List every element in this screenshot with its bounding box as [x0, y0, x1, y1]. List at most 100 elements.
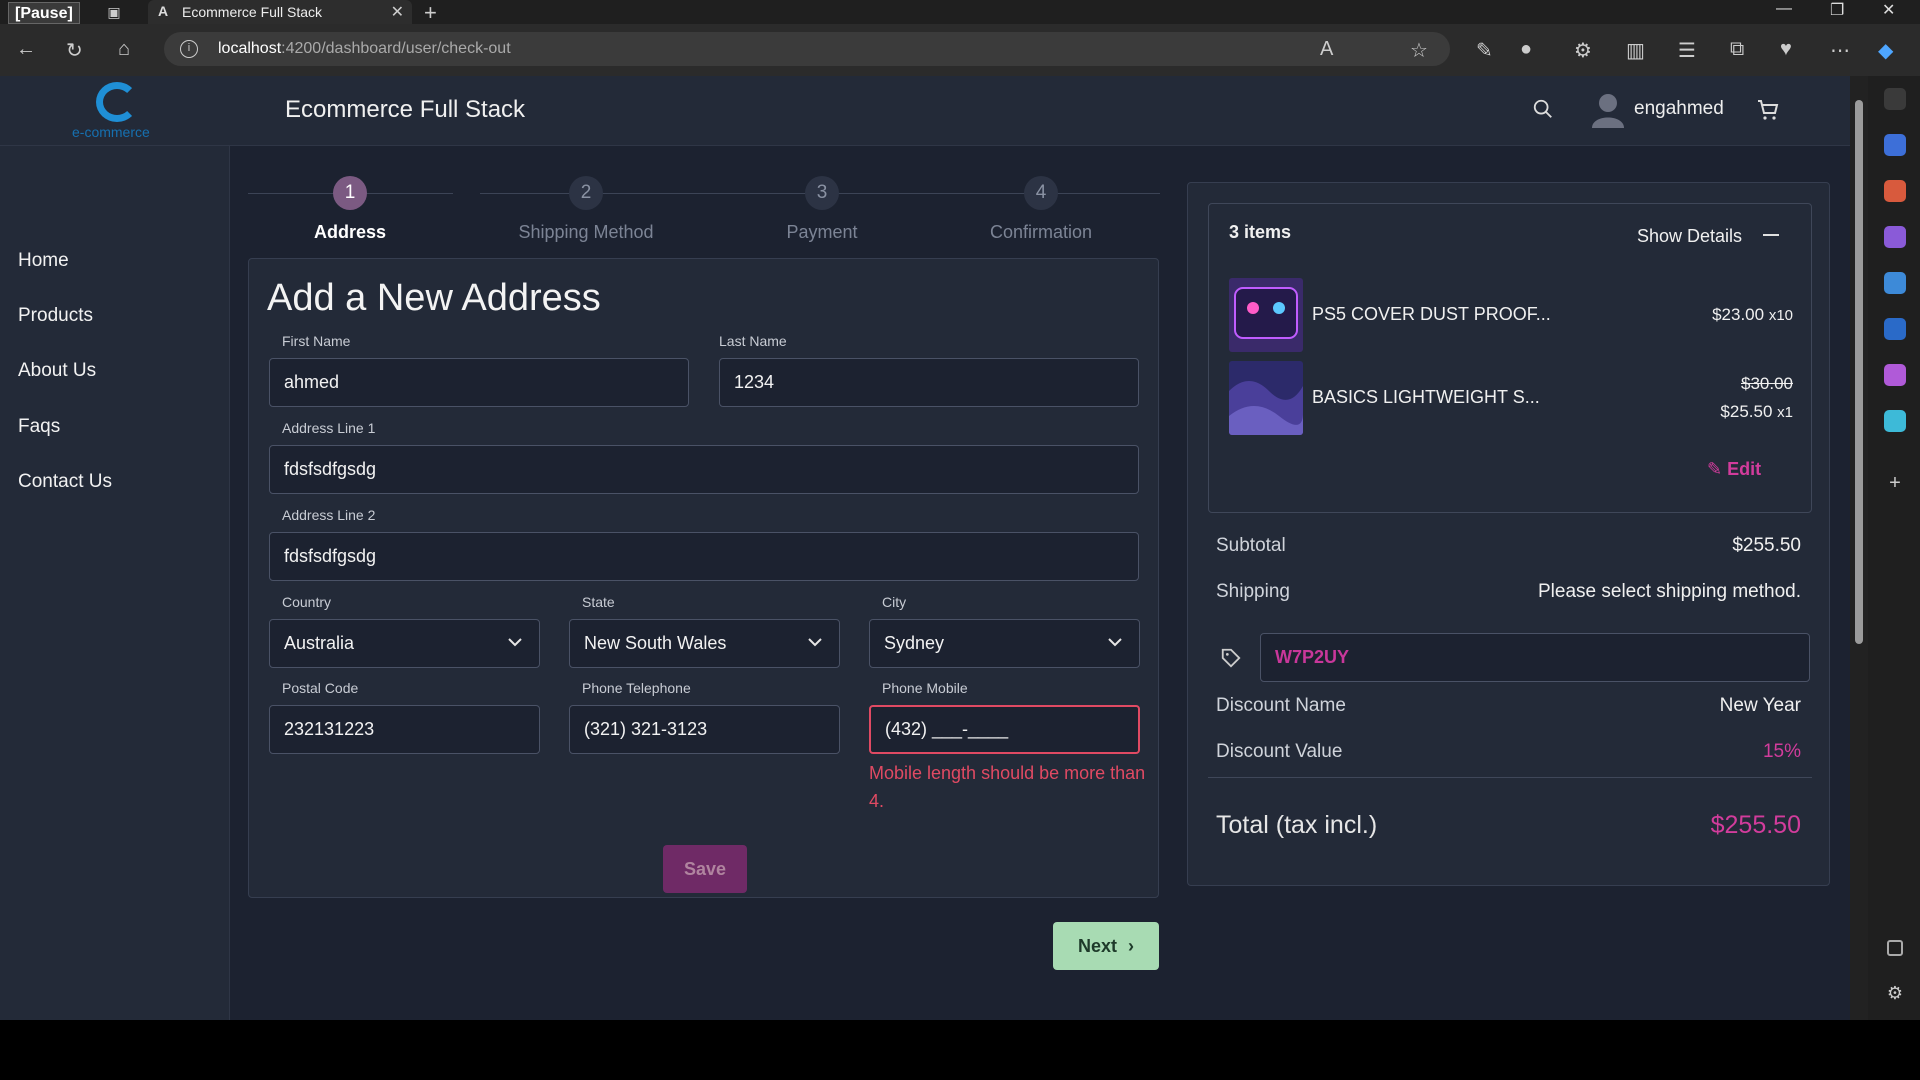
- sidebar-office-icon[interactable]: [1884, 272, 1906, 294]
- edit-label: Edit: [1727, 459, 1762, 479]
- sidebar-games-icon[interactable]: [1884, 226, 1906, 248]
- nav-item-products[interactable]: Products: [18, 305, 93, 327]
- postal-code-input[interactable]: 232131223: [269, 705, 540, 754]
- step-4-label[interactable]: Confirmation: [941, 222, 1141, 243]
- page-scrollbar[interactable]: [1850, 76, 1868, 1020]
- phone-mobile-input[interactable]: (432) ___-____: [869, 705, 1140, 754]
- scrollbar-thumb[interactable]: [1855, 100, 1863, 644]
- sidebar-tools-icon[interactable]: [1884, 180, 1906, 202]
- url-bar[interactable]: i localhost:4200/dashboard/user/check-ou…: [164, 32, 1450, 66]
- user-avatar-icon[interactable]: [1592, 92, 1624, 128]
- pause-badge[interactable]: [Pause]: [8, 2, 80, 24]
- browser-tab[interactable]: A Ecommerce Full Stack ✕: [148, 0, 412, 24]
- sidebar-hide-icon[interactable]: [1887, 940, 1903, 956]
- step-3-label[interactable]: Payment: [722, 222, 922, 243]
- total-value: $255.50: [1710, 811, 1801, 839]
- read-aloud-icon[interactable]: A: [1320, 38, 1333, 61]
- new-tab-icon[interactable]: +: [424, 0, 437, 26]
- favorite-star-icon[interactable]: ☆: [1410, 38, 1428, 63]
- search-icon[interactable]: [1532, 98, 1554, 120]
- site-info-icon[interactable]: i: [180, 40, 198, 58]
- app-header: e-commerce Ecommerce Full Stack engahmed: [0, 76, 1850, 146]
- favorites-icon[interactable]: ☰: [1678, 38, 1696, 63]
- state-value: New South Wales: [584, 633, 727, 653]
- show-details-toggle[interactable]: Show Details: [1637, 226, 1742, 247]
- cart-icon[interactable]: [1756, 98, 1780, 122]
- nav-item-about-us[interactable]: About Us: [18, 360, 96, 382]
- save-button[interactable]: Save: [663, 845, 747, 893]
- phone-telephone-input[interactable]: (321) 321-3123: [569, 705, 840, 754]
- extension-icon[interactable]: ✎: [1476, 38, 1493, 63]
- split-screen-icon[interactable]: ▥: [1626, 38, 1645, 63]
- logo[interactable]: e-commerce: [70, 82, 170, 142]
- collections-icon[interactable]: ⧉: [1730, 38, 1744, 61]
- step-2-label[interactable]: Shipping Method: [486, 222, 686, 243]
- step-1-label[interactable]: Address: [250, 222, 450, 243]
- phone-mobile-label: Phone Mobile: [882, 680, 968, 696]
- close-window-icon[interactable]: ✕: [1882, 0, 1895, 20]
- next-button[interactable]: Next ›: [1053, 922, 1159, 970]
- angular-favicon-icon: A: [158, 3, 169, 19]
- home-icon[interactable]: ⌂: [118, 38, 130, 61]
- step-1-circle[interactable]: 1: [333, 176, 367, 210]
- address-line-1-input[interactable]: fdsfsdfgsdg: [269, 445, 1139, 494]
- product-thumbnail[interactable]: [1229, 278, 1303, 352]
- browser-essentials-icon[interactable]: ♥: [1780, 38, 1792, 61]
- last-name-input[interactable]: 1234: [719, 358, 1139, 407]
- product-thumbnail[interactable]: [1229, 361, 1303, 435]
- browser-tab-bar: [Pause] ▣ A Ecommerce Full Stack ✕ + — ❐…: [0, 0, 1920, 26]
- more-menu-icon[interactable]: ⋯: [1830, 38, 1850, 63]
- app-root: e-commerce Ecommerce Full Stack engahmed…: [0, 76, 1850, 1020]
- nav-item-contact-us[interactable]: Contact Us: [18, 471, 112, 493]
- copilot-icon[interactable]: ◆: [1878, 38, 1893, 63]
- sidebar-search-icon[interactable]: [1884, 88, 1906, 110]
- step-2-circle[interactable]: 2: [569, 176, 603, 210]
- cart-items-box: 3 items Show Details PS5 COVER DUST PROO…: [1208, 203, 1812, 513]
- browser-toolbar: ← ↻ ⌂ i localhost:4200/dashboard/user/ch…: [0, 24, 1920, 76]
- url-text: localhost:4200/dashboard/user/check-out: [218, 40, 511, 57]
- nav-item-faqs[interactable]: Faqs: [18, 416, 60, 438]
- username[interactable]: engahmed: [1634, 98, 1724, 120]
- chevron-down-icon: [1108, 638, 1122, 647]
- pencil-icon: ✎: [1707, 459, 1723, 479]
- sidebar-designer-icon[interactable]: [1884, 364, 1906, 386]
- extension-orange-icon[interactable]: ●: [1520, 38, 1532, 61]
- items-count: 3 items: [1229, 222, 1292, 242]
- chevron-down-icon: [808, 638, 822, 647]
- sidebar-add-icon[interactable]: +: [1884, 472, 1906, 494]
- state-label: State: [582, 594, 615, 610]
- restore-icon[interactable]: ❐: [1830, 0, 1844, 20]
- sidebar-settings-gear-icon[interactable]: ⚙: [1884, 982, 1906, 1004]
- discount-name-value: New Year: [1719, 695, 1801, 716]
- order-summary: 3 items Show Details PS5 COVER DUST PROO…: [1187, 182, 1830, 886]
- city-value: Sydney: [884, 633, 945, 653]
- minimize-icon[interactable]: —: [1776, 0, 1792, 18]
- reload-icon[interactable]: ↻: [66, 38, 83, 63]
- last-name-label: Last Name: [719, 333, 787, 349]
- city-select[interactable]: Sydney: [869, 619, 1140, 668]
- app-title: Ecommerce Full Stack: [285, 96, 526, 123]
- state-select[interactable]: New South Wales: [569, 619, 840, 668]
- step-3-circle[interactable]: 3: [805, 176, 839, 210]
- back-icon[interactable]: ←: [16, 38, 36, 61]
- country-label: Country: [282, 594, 332, 610]
- tab-actions-icon[interactable]: ▣: [104, 2, 124, 22]
- shipping-label: Shipping: [1216, 581, 1290, 602]
- sidebar-outlook-icon[interactable]: [1884, 318, 1906, 340]
- address-line-2-input[interactable]: fdsfsdfgsdg: [269, 532, 1139, 581]
- country-select[interactable]: Australia: [269, 619, 540, 668]
- first-name-label: First Name: [282, 333, 351, 349]
- address-form: Add a New Address First Name ahmed Last …: [248, 258, 1159, 898]
- sidebar-shopping-icon[interactable]: [1884, 134, 1906, 156]
- edge-sidebar: + ⚙: [1868, 76, 1920, 1020]
- nav-item-home[interactable]: Home: [18, 250, 69, 272]
- first-name-input[interactable]: ahmed: [269, 358, 689, 407]
- tab-close-icon[interactable]: ✕: [391, 2, 404, 22]
- edit-cart-link[interactable]: ✎ Edit: [1707, 459, 1761, 480]
- coupon-input[interactable]: W7P2UY: [1260, 633, 1810, 682]
- sidebar-send-icon[interactable]: [1884, 410, 1906, 432]
- collapse-minus-icon[interactable]: [1763, 234, 1779, 236]
- extensions-puzzle-icon[interactable]: ⚙: [1574, 38, 1592, 63]
- step-4-circle[interactable]: 4: [1024, 176, 1058, 210]
- item-price: $23.00 x10: [1712, 305, 1793, 324]
